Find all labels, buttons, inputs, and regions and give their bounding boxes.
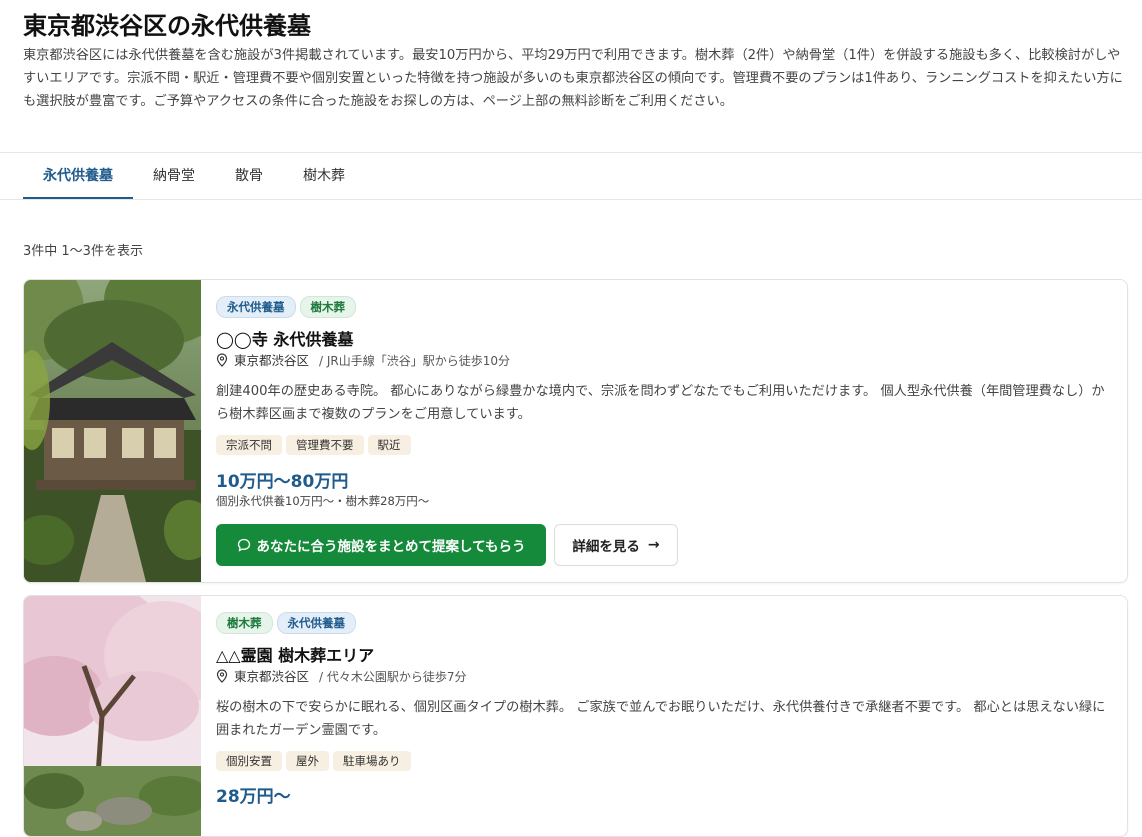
category-tabs: 永代供養墓 納骨堂 散骨 樹木葬: [0, 152, 1142, 200]
access-text: / JR山手線「渋谷」駅から徒歩10分: [319, 354, 511, 368]
tab-sankotsu[interactable]: 散骨: [220, 153, 278, 199]
location-row: 東京都渋谷区 / 代々木公園駅から徒歩7分: [216, 668, 467, 686]
arrow-right-icon: →: [647, 537, 660, 553]
feature-badge: 管理費不要: [286, 435, 364, 455]
location-text: 東京都渋谷区: [234, 669, 310, 684]
feature-list: 宗派不問 管理費不要 駅近: [216, 434, 415, 455]
feature-badge: 駐車場あり: [333, 751, 411, 771]
card-tags: 永代供養墓 樹木葬: [216, 296, 360, 318]
tag: 永代供養墓: [216, 296, 296, 318]
view-details-button[interactable]: 詳細を見る →: [554, 524, 678, 566]
facility-card[interactable]: 永代供養墓 樹木葬 ◯◯寺 永代供養墓 東京都渋谷区 / JR山手線「渋谷」駅から徒…: [23, 279, 1128, 583]
card-tags: 樹木葬 永代供養墓: [216, 612, 360, 634]
detail-label: 詳細を見る: [572, 539, 640, 555]
chat-bubble-icon: [237, 538, 250, 552]
facility-card[interactable]: 樹木葬 永代供養墓 △△霊園 樹木葬エリア 東京都渋谷区 / 代々木公園駅から徒歩7…: [23, 595, 1128, 837]
location-pin-icon: [216, 669, 228, 683]
location-row: 東京都渋谷区 / JR山手線「渋谷」駅から徒歩10分: [216, 352, 510, 370]
page-title: 東京都渋谷区の永代供養墓: [23, 12, 311, 40]
access-text: / 代々木公園駅から徒歩7分: [319, 670, 467, 684]
tab-jumokuso[interactable]: 樹木葬: [293, 153, 355, 199]
tab-nokotsudo[interactable]: 納骨堂: [143, 153, 205, 199]
feature-badge: 屋外: [286, 751, 329, 771]
results-count: 3件中 1〜3件を表示: [23, 244, 143, 259]
facility-name[interactable]: △△霊園 樹木葬エリア: [216, 642, 374, 666]
feature-badge: 駅近: [367, 435, 411, 455]
feature-list: 個別安置 屋外 駐車場あり: [216, 750, 415, 771]
feature-badge: 宗派不問: [216, 435, 282, 455]
tag: 樹木葬: [299, 296, 356, 318]
cta-label: あなたに合う施設をまとめて提案してもらう: [256, 539, 526, 555]
price-detail: 個別永代供養10万円〜・樹木葬28万円〜: [216, 494, 430, 508]
propose-facilities-button[interactable]: あなたに合う施設をまとめて提案してもらう: [216, 524, 546, 566]
tab-eitai-kuyo[interactable]: 永代供養墓: [23, 153, 133, 199]
location-text: 東京都渋谷区: [234, 353, 310, 368]
facility-description: 桜の樹木の下で安らかに眠れる、個別区画タイプの樹木葬。 ご家族で並んでお眠りいた…: [216, 700, 1106, 738]
location-pin-icon: [216, 353, 228, 367]
page-intro: 東京都渋谷区には永代供養墓を含む施設が3件掲載されています。最安10万円から、平…: [23, 48, 1123, 109]
facility-description: 創建400年の歴史ある寺院。 都心にありながら緑豊かな境内で、宗派を問わずどなた…: [216, 384, 1105, 422]
facility-name[interactable]: ◯◯寺 永代供養墓: [216, 326, 353, 350]
tag: 永代供養墓: [276, 612, 356, 634]
price: 10万円〜80万円: [216, 472, 349, 492]
price: 28万円〜: [216, 787, 291, 807]
tag: 樹木葬: [216, 612, 273, 634]
feature-badge: 個別安置: [216, 751, 282, 771]
temple-photo[interactable]: [24, 280, 201, 582]
cherry-blossom-photo[interactable]: [24, 596, 201, 836]
page: 東京都渋谷区の永代供養墓 東京都渋谷区には永代供養墓を含む施設が3件掲載されてい…: [0, 0, 1142, 837]
